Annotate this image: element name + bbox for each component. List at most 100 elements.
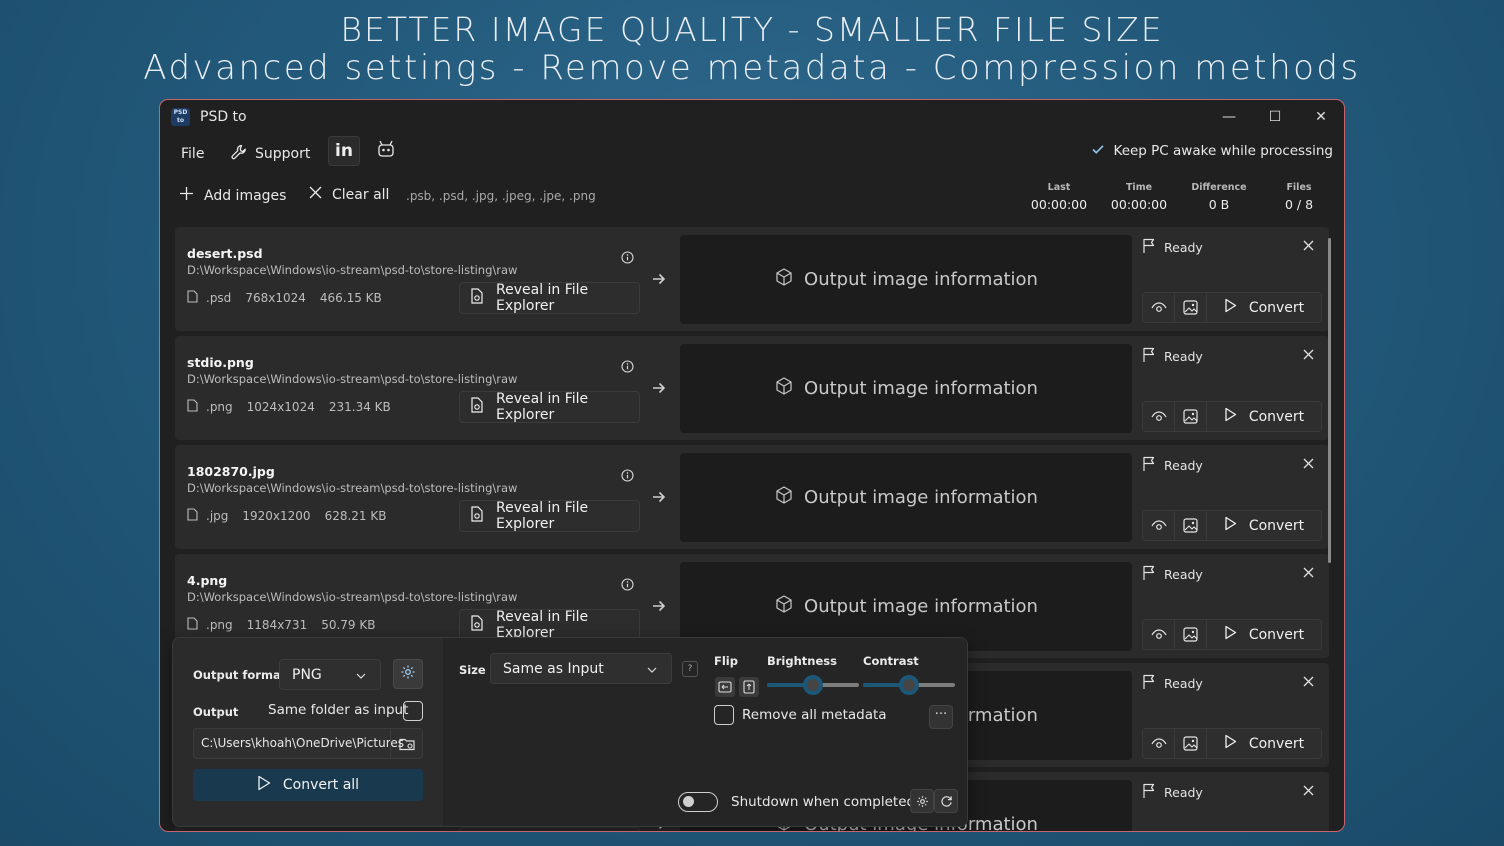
menu-support-label: Support [255, 146, 311, 162]
info-icon[interactable] [621, 358, 634, 377]
refresh-icon [940, 795, 952, 807]
info-icon[interactable] [621, 249, 634, 268]
open-image-button[interactable] [1175, 511, 1207, 540]
remove-file-button[interactable] [1303, 237, 1314, 255]
reveal-in-explorer-button[interactable]: Reveal in File Explorer [459, 500, 640, 532]
linkedin-button[interactable]: in [328, 136, 360, 166]
wrench-icon [230, 143, 248, 165]
file-icon [187, 399, 198, 415]
row-action-group: Convert [1142, 728, 1322, 759]
file-size: 231.34 KB [328, 400, 391, 414]
format-settings-button[interactable] [393, 659, 423, 689]
minimize-button[interactable]: — [1214, 106, 1244, 128]
close-button[interactable]: ✕ [1306, 106, 1336, 128]
convert-label: Convert [1248, 299, 1305, 316]
flag-icon [1142, 674, 1156, 693]
flag-icon [1142, 238, 1156, 257]
browse-folder-button[interactable] [390, 729, 422, 758]
remove-file-button[interactable] [1303, 455, 1314, 473]
arrow-right-icon [651, 271, 667, 291]
output-format-select[interactable]: PNG [279, 659, 381, 690]
file-details: .png 1024x1024 231.34 KB [187, 399, 405, 415]
list-scrollbar[interactable] [1328, 238, 1331, 563]
add-images-button[interactable]: Add images [179, 186, 286, 205]
headline-line-1: BETTER IMAGE QUALITY - SMALLER FILE SIZE [340, 10, 1164, 49]
open-image-button[interactable] [1175, 729, 1207, 758]
headline-line-2: Advanced settings - Remove metadata - Co… [143, 48, 1361, 88]
title-bar: PSD to PSD to — ☐ ✕ [160, 100, 1344, 134]
remove-file-button[interactable] [1303, 346, 1314, 364]
flip-vertical-icon [743, 680, 755, 694]
reveal-in-explorer-button[interactable]: Reveal in File Explorer [459, 282, 640, 314]
convert-button[interactable]: Convert [1207, 402, 1321, 431]
remove-metadata-checkbox[interactable] [714, 705, 734, 725]
stat-last-value: 00:00:00 [1030, 197, 1088, 212]
open-image-button[interactable] [1175, 402, 1207, 431]
size-select[interactable]: Same as Input [490, 653, 672, 684]
reveal-label: Reveal in File Explorer [496, 500, 589, 532]
flip-vertical-button[interactable] [739, 677, 759, 697]
reveal-in-explorer-button[interactable]: Reveal in File Explorer [459, 391, 640, 423]
open-image-button[interactable] [1175, 620, 1207, 649]
flip-horizontal-button[interactable] [715, 677, 735, 697]
stat-files: Files 0 / 8 [1264, 182, 1334, 212]
brightness-slider[interactable] [767, 675, 859, 695]
contrast-thumb[interactable] [899, 675, 919, 695]
close-icon [1303, 458, 1314, 469]
file-name: 4.png [187, 573, 228, 588]
convert-all-button[interactable]: Convert all [193, 769, 423, 801]
image-icon [1183, 300, 1198, 315]
preview-button[interactable] [1143, 293, 1175, 322]
convert-button[interactable]: Convert [1207, 293, 1321, 322]
convert-button[interactable]: Convert [1207, 511, 1321, 540]
shutdown-settings-button[interactable] [910, 789, 934, 813]
play-icon [1224, 407, 1237, 426]
convert-label: Convert [1248, 517, 1305, 534]
menu-file[interactable]: File [181, 140, 204, 168]
contrast-slider[interactable] [863, 675, 955, 695]
convert-button[interactable]: Convert [1207, 620, 1321, 649]
status-badge: Ready [1142, 674, 1203, 693]
keep-awake-toggle[interactable]: Keep PC awake while processing [1090, 141, 1333, 161]
mascot-button[interactable] [370, 136, 402, 166]
arrow-right-icon [651, 598, 667, 618]
output-info-label: Output image information [804, 596, 1038, 617]
clear-all-button[interactable]: Clear all [309, 186, 389, 203]
clear-x-icon [309, 186, 322, 203]
open-image-button[interactable] [1175, 293, 1207, 322]
shutdown-toggle[interactable] [678, 792, 718, 812]
supported-extensions: .psb, .psd, .jpg, .jpeg, .jpe, .png [406, 189, 596, 203]
refresh-button[interactable] [934, 789, 958, 813]
remove-file-button[interactable] [1303, 782, 1314, 800]
row-action-group: Convert [1142, 292, 1322, 323]
file-size: 50.79 KB [321, 618, 376, 632]
preview-button[interactable] [1143, 729, 1175, 758]
reveal-file-icon [470, 615, 484, 635]
reveal-in-explorer-button[interactable] [459, 827, 640, 831]
size-help-button[interactable]: ? [682, 661, 698, 677]
convert-button[interactable]: Convert [1207, 729, 1321, 758]
file-icon [187, 290, 198, 306]
convert-label: Convert [1248, 735, 1305, 752]
status-badge: Ready [1142, 456, 1203, 475]
remove-file-button[interactable] [1303, 673, 1314, 691]
remove-file-button[interactable] [1303, 564, 1314, 582]
same-folder-checkbox[interactable] [403, 701, 423, 721]
arrow-right-icon [651, 489, 667, 509]
convert-all-label: Convert all [282, 777, 360, 793]
close-icon [1303, 785, 1314, 796]
output-path-field[interactable]: C:\Users\khoah\OneDrive\Pictures [193, 728, 423, 759]
info-icon[interactable] [621, 576, 634, 595]
remove-metadata-label: Remove all metadata [742, 707, 887, 723]
status-badge: Ready [1142, 347, 1203, 366]
more-options-button[interactable]: ··· [929, 705, 953, 729]
preview-button[interactable] [1143, 402, 1175, 431]
cube-icon [774, 485, 794, 510]
info-icon[interactable] [621, 467, 634, 486]
brightness-thumb[interactable] [803, 675, 823, 695]
preview-button[interactable] [1143, 511, 1175, 540]
menu-support[interactable]: Support [230, 140, 310, 168]
file-path: D:\Workspace\Windows\io-stream\psd-to\st… [187, 590, 518, 604]
preview-button[interactable] [1143, 620, 1175, 649]
maximize-button[interactable]: ☐ [1260, 106, 1290, 128]
